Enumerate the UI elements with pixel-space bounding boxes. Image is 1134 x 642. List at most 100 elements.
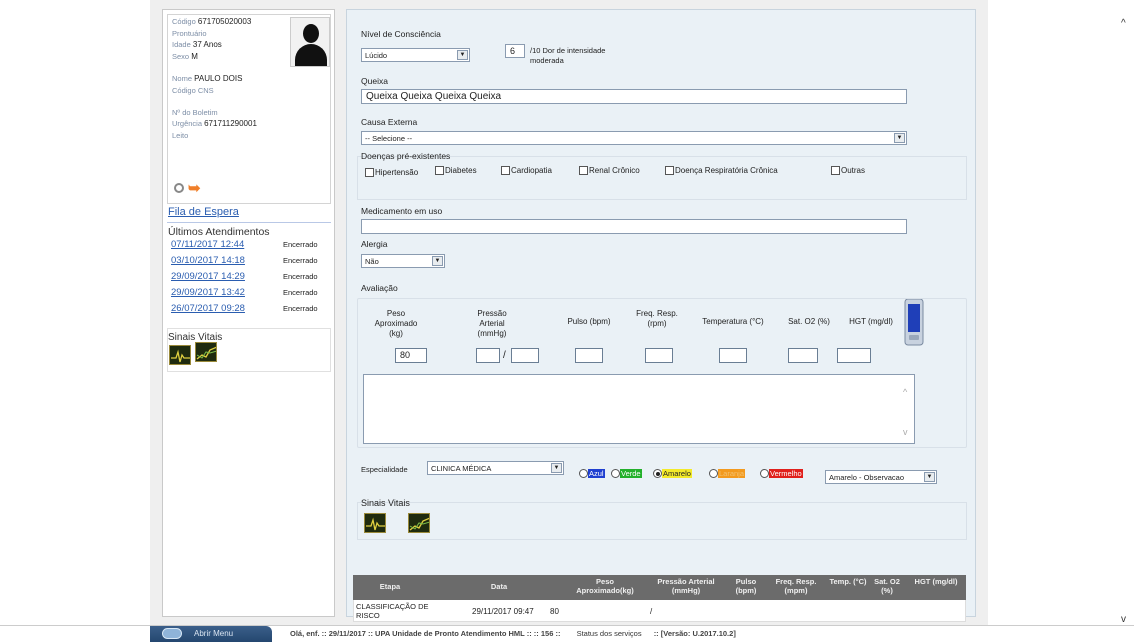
historico-table: Etapa Data Peso Aproximado(kg) Pressão A…: [353, 575, 966, 622]
causa-externa-select[interactable]: -- Selecione -- ▼: [361, 131, 907, 145]
renal-cronico-checkbox[interactable]: Renal Crônico: [579, 166, 640, 176]
vital-signs-monitor-icon[interactable]: [169, 345, 191, 365]
renal-label: Renal Crônico: [589, 166, 640, 175]
fila-de-espera-link[interactable]: Fila de Espera: [168, 206, 239, 218]
hgt-label: HGT (mg/dl): [849, 317, 893, 326]
classificacao-select[interactable]: Amarelo - Observacao ▼: [825, 470, 937, 484]
status-bar: Abrir Menu Olá, enf. :: 29/11/2017 :: UP…: [0, 625, 1134, 642]
cell-pressao: /: [650, 607, 653, 616]
idade-label: Idade: [172, 40, 191, 49]
hgt-input[interactable]: [837, 348, 871, 363]
pressao-separator: /: [503, 350, 506, 361]
outras-checkbox[interactable]: Outras: [831, 166, 866, 176]
vital-signs-chart-icon[interactable]: [195, 342, 217, 362]
cardiopatia-label: Cardiopatia: [511, 166, 552, 175]
doenca-respiratoria-checkbox[interactable]: Doença Respiratória Crônica: [665, 166, 778, 176]
cell-data: 29/11/2017 09:47: [472, 607, 534, 616]
diabetes-checkbox[interactable]: Diabetes: [435, 166, 477, 176]
cor-verde-radio[interactable]: Verde: [611, 468, 642, 478]
medicamento-input[interactable]: [361, 219, 907, 234]
col-pressao: Pressão Arterial (mmHg): [657, 577, 715, 595]
pressao-label: Pressão Arterial (mmHg): [477, 309, 507, 338]
cor-vermelho-radio[interactable]: Vermelho: [760, 468, 803, 478]
especialidade-label: Especialidade: [361, 465, 408, 474]
chevron-up-icon[interactable]: ^: [903, 387, 907, 397]
atendimento-status: Encerrado: [283, 304, 318, 313]
respiratoria-label: Doença Respiratória Crônica: [675, 166, 778, 175]
atendimento-link[interactable]: 29/09/2017 13:42: [171, 287, 245, 298]
atendimento-link[interactable]: 26/07/2017 09:28: [171, 303, 245, 314]
cor-verde-label: Verde: [620, 468, 642, 478]
queixa-label: Queixa: [361, 76, 388, 86]
queixa-input[interactable]: Queixa Queixa Queixa Queixa: [361, 89, 907, 104]
list-item: 07/11/2017 12:44 Encerrado: [171, 239, 318, 250]
atendimento-link[interactable]: 07/11/2017 12:44: [171, 239, 244, 250]
codigo-label: Código: [172, 17, 196, 26]
patient-sidebar: Código 671705020003 Prontuário Idade 37 …: [162, 9, 335, 617]
chevron-down-icon[interactable]: v: [903, 427, 908, 437]
temperatura-input[interactable]: [719, 348, 747, 363]
especialidade-select[interactable]: CLINICA MÉDICA ▼: [427, 461, 564, 475]
status-servicos-link[interactable]: Status dos serviços: [577, 629, 642, 638]
causa-externa-label: Causa Externa: [361, 117, 418, 127]
forward-arrow-icon[interactable]: ➥: [188, 179, 201, 197]
pulso-input[interactable]: [575, 348, 603, 363]
chevron-down-icon: ▼: [457, 50, 468, 60]
dor-intensidade-input[interactable]: 6: [505, 44, 525, 58]
window-scrollbar[interactable]: ^ v: [1116, 0, 1134, 625]
status-text: Olá, enf. :: 29/11/2017 :: UPA Unidade d…: [290, 629, 736, 638]
patient-codigo: Código 671705020003: [172, 17, 251, 26]
patient-info-box: Código 671705020003 Prontuário Idade 37 …: [167, 14, 331, 204]
atendimento-link[interactable]: 03/10/2017 14:18: [171, 255, 245, 266]
chevron-down-icon: ▼: [432, 256, 443, 266]
sexo-label: Sexo: [172, 52, 190, 61]
freq-resp-input[interactable]: [645, 348, 673, 363]
urgencia-value: 671711290001: [204, 119, 257, 128]
chevron-down-icon: ▼: [894, 133, 905, 143]
atendimento-link[interactable]: 29/09/2017 14:29: [171, 271, 245, 282]
cor-laranja-radio[interactable]: Laranja: [709, 468, 746, 478]
ultimos-atendimentos-title: Últimos Atendimentos: [168, 226, 270, 238]
col-sat: Sat. O2 (%): [874, 577, 900, 595]
pressao-sistolica-input[interactable]: [476, 348, 500, 363]
cor-vermelho-label: Vermelho: [769, 468, 803, 478]
list-item: 29/09/2017 14:29 Encerrado: [171, 271, 318, 282]
sat-o2-input[interactable]: [788, 348, 818, 363]
divider: [167, 222, 331, 223]
atendimento-status: Encerrado: [283, 288, 318, 297]
scroll-up-icon[interactable]: ^: [1121, 18, 1126, 29]
col-freq: Freq. Resp. (mpm): [775, 577, 817, 595]
vital-signs-monitor-icon[interactable]: [364, 513, 386, 533]
menu-icon: [162, 628, 182, 639]
patient-idade: Idade 37 Anos: [172, 40, 222, 49]
avaliacao-label: Avaliação: [361, 283, 398, 293]
textarea-scrollbar[interactable]: ^ v: [900, 375, 914, 443]
col-temp: Temp. (°C): [829, 577, 867, 586]
cor-amarelo-label: Amarelo: [662, 468, 692, 478]
patient-cns: Código CNS: [172, 86, 214, 95]
abrir-menu-button[interactable]: Abrir Menu: [150, 626, 272, 642]
peso-input[interactable]: 80: [395, 348, 427, 363]
observacoes-textarea[interactable]: ^ v: [363, 374, 915, 444]
dor-text-2: moderada: [530, 56, 564, 65]
cor-amarelo-radio[interactable]: Amarelo: [653, 468, 692, 478]
scroll-down-icon[interactable]: v: [1121, 614, 1126, 625]
sinais-vitais-label: Sinais Vitais: [361, 498, 410, 508]
status-info: Olá, enf. :: 29/11/2017 :: UPA Unidade d…: [290, 629, 561, 638]
hipertensao-label: Hipertensão: [375, 168, 419, 177]
hipertensao-checkbox[interactable]: Hipertensão: [365, 168, 419, 178]
col-peso: Peso Aproximado(kg): [576, 577, 634, 595]
outras-label: Outras: [841, 166, 866, 175]
cell-etapa: CLASSIFICAÇÃO DE RISCO: [356, 602, 429, 620]
nivel-consciencia-select[interactable]: Lúcido ▼: [361, 48, 470, 62]
list-item: 03/10/2017 14:18 Encerrado: [171, 255, 318, 266]
pressao-diastolica-input[interactable]: [511, 348, 539, 363]
vital-signs-chart-icon[interactable]: [408, 513, 430, 533]
patient-prontuario: Prontuário: [172, 29, 207, 38]
search-icon[interactable]: [174, 183, 184, 193]
alergia-select[interactable]: Não ▼: [361, 254, 445, 268]
cor-azul-label: Azul: [588, 468, 605, 478]
cardiopatia-checkbox[interactable]: Cardiopatia: [501, 166, 552, 176]
especialidade-value: CLINICA MÉDICA: [431, 464, 492, 473]
cor-azul-radio[interactable]: Azul: [579, 468, 605, 478]
